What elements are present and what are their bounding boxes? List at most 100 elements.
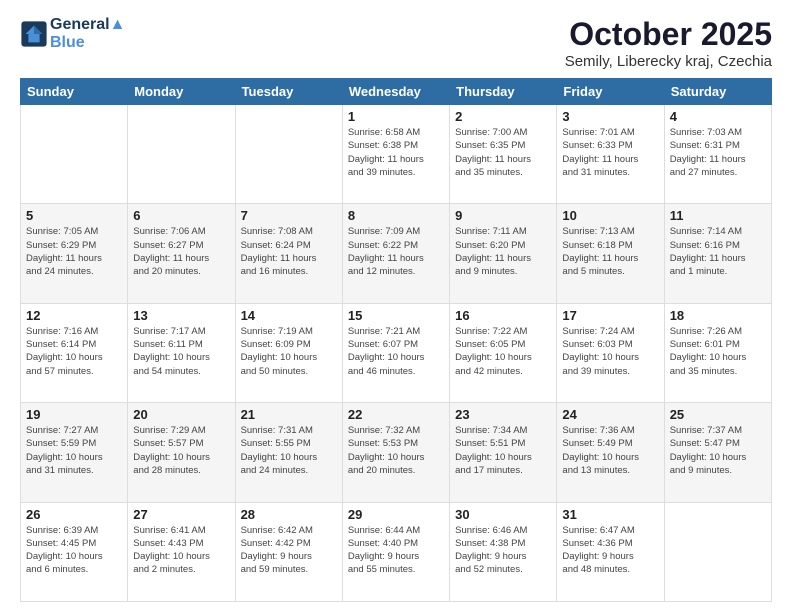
- table-row: 8Sunrise: 7:09 AM Sunset: 6:22 PM Daylig…: [342, 204, 449, 303]
- day-number: 7: [241, 208, 337, 223]
- day-number: 1: [348, 109, 444, 124]
- table-row: 19 Sunrise: 7:27 AM Sunset: 5:59 PM Dayli…: [21, 403, 128, 502]
- table-row: 28Sunrise: 6:42 AM Sunset: 4:42 PM Dayli…: [235, 502, 342, 601]
- logo-area: General▲ Blue: [20, 16, 125, 52]
- day-info: Sunrise: 7:16 AM Sunset: 6:14 PM Dayligh…: [26, 325, 122, 378]
- day-info: Sunrise: 7:31 AM Sunset: 5:55 PM Dayligh…: [241, 424, 337, 477]
- calendar-week-row: 12 Sunrise: 7:16 AM Sunset: 6:14 PM Dayli…: [21, 303, 772, 402]
- day-number: 18: [670, 308, 766, 323]
- main-title: October 2025: [565, 16, 772, 53]
- table-row: 13Sunrise: 7:17 AM Sunset: 6:11 PM Dayli…: [128, 303, 235, 402]
- header: General▲ Blue October 2025 Semily, Liber…: [20, 16, 772, 70]
- calendar-week-row: 19 Sunrise: 7:27 AM Sunset: 5:59 PM Dayli…: [21, 403, 772, 502]
- table-row: 29 Sunrise: 6:44 AM Sunset: 4:40 PM Dayli…: [342, 502, 449, 601]
- day-number: 13: [133, 308, 229, 323]
- day-info: Sunrise: 7:34 AM Sunset: 5:51 PM Dayligh…: [455, 424, 551, 477]
- day-info: Sunrise: 7:05 AM Sunset: 6:29 PM Dayligh…: [26, 225, 122, 278]
- table-row: 5 Sunrise: 7:05 AM Sunset: 6:29 PM Daylig…: [21, 204, 128, 303]
- day-number: 28: [241, 507, 337, 522]
- calendar-week-row: 1Sunrise: 6:58 AM Sunset: 6:38 PM Daylig…: [21, 105, 772, 204]
- table-row: [235, 105, 342, 204]
- table-row: 30 Sunrise: 6:46 AM Sunset: 4:38 PM Dayli…: [450, 502, 557, 601]
- calendar-week-row: 5 Sunrise: 7:05 AM Sunset: 6:29 PM Daylig…: [21, 204, 772, 303]
- table-row: 25 Sunrise: 7:37 AM Sunset: 5:47 PM Dayli…: [664, 403, 771, 502]
- table-row: [664, 502, 771, 601]
- table-row: 9 Sunrise: 7:11 AM Sunset: 6:20 PM Daylig…: [450, 204, 557, 303]
- day-number: 20: [133, 407, 229, 422]
- day-number: 4: [670, 109, 766, 124]
- day-number: 30: [455, 507, 551, 522]
- table-row: 10 Sunrise: 7:13 AM Sunset: 6:18 PM Dayli…: [557, 204, 664, 303]
- day-number: 5: [26, 208, 122, 223]
- day-number: 17: [562, 308, 658, 323]
- table-row: 21 Sunrise: 7:31 AM Sunset: 5:55 PM Dayli…: [235, 403, 342, 502]
- table-row: [128, 105, 235, 204]
- day-info: Sunrise: 6:41 AM Sunset: 4:43 PM Dayligh…: [133, 524, 229, 577]
- col-friday: Friday: [557, 79, 664, 105]
- day-info: Sunrise: 7:09 AM Sunset: 6:22 PM Dayligh…: [348, 225, 444, 278]
- table-row: 31 Sunrise: 6:47 AM Sunset: 4:36 PM Dayli…: [557, 502, 664, 601]
- day-number: 3: [562, 109, 658, 124]
- col-wednesday: Wednesday: [342, 79, 449, 105]
- day-info: Sunrise: 7:03 AM Sunset: 6:31 PM Dayligh…: [670, 126, 766, 179]
- day-info: Sunrise: 6:47 AM Sunset: 4:36 PM Dayligh…: [562, 524, 658, 577]
- logo-icon: [20, 20, 48, 48]
- day-info: Sunrise: 7:36 AM Sunset: 5:49 PM Dayligh…: [562, 424, 658, 477]
- day-number: 16: [455, 308, 551, 323]
- day-info: Sunrise: 7:27 AM Sunset: 5:59 PM Dayligh…: [26, 424, 122, 477]
- col-thursday: Thursday: [450, 79, 557, 105]
- col-tuesday: Tuesday: [235, 79, 342, 105]
- calendar-table: Sunday Monday Tuesday Wednesday Thursday…: [20, 78, 772, 602]
- day-info: Sunrise: 7:37 AM Sunset: 5:47 PM Dayligh…: [670, 424, 766, 477]
- day-info: Sunrise: 7:32 AM Sunset: 5:53 PM Dayligh…: [348, 424, 444, 477]
- day-number: 15: [348, 308, 444, 323]
- col-saturday: Saturday: [664, 79, 771, 105]
- day-info: Sunrise: 7:00 AM Sunset: 6:35 PM Dayligh…: [455, 126, 551, 179]
- table-row: 17Sunrise: 7:24 AM Sunset: 6:03 PM Dayli…: [557, 303, 664, 402]
- day-info: Sunrise: 7:11 AM Sunset: 6:20 PM Dayligh…: [455, 225, 551, 278]
- title-area: October 2025 Semily, Liberecky kraj, Cze…: [565, 16, 772, 70]
- day-number: 25: [670, 407, 766, 422]
- day-number: 27: [133, 507, 229, 522]
- table-row: 14 Sunrise: 7:19 AM Sunset: 6:09 PM Dayli…: [235, 303, 342, 402]
- day-number: 29: [348, 507, 444, 522]
- calendar-week-row: 26Sunrise: 6:39 AM Sunset: 4:45 PM Dayli…: [21, 502, 772, 601]
- table-row: 6 Sunrise: 7:06 AM Sunset: 6:27 PM Daylig…: [128, 204, 235, 303]
- table-row: 26Sunrise: 6:39 AM Sunset: 4:45 PM Dayli…: [21, 502, 128, 601]
- day-number: 2: [455, 109, 551, 124]
- day-number: 10: [562, 208, 658, 223]
- day-info: Sunrise: 7:26 AM Sunset: 6:01 PM Dayligh…: [670, 325, 766, 378]
- day-number: 26: [26, 507, 122, 522]
- day-number: 9: [455, 208, 551, 223]
- day-info: Sunrise: 7:01 AM Sunset: 6:33 PM Dayligh…: [562, 126, 658, 179]
- day-number: 31: [562, 507, 658, 522]
- table-row: 24 Sunrise: 7:36 AM Sunset: 5:49 PM Dayli…: [557, 403, 664, 502]
- day-info: Sunrise: 7:06 AM Sunset: 6:27 PM Dayligh…: [133, 225, 229, 278]
- day-info: Sunrise: 6:44 AM Sunset: 4:40 PM Dayligh…: [348, 524, 444, 577]
- col-monday: Monday: [128, 79, 235, 105]
- table-row: 7Sunrise: 7:08 AM Sunset: 6:24 PM Daylig…: [235, 204, 342, 303]
- day-info: Sunrise: 7:21 AM Sunset: 6:07 PM Dayligh…: [348, 325, 444, 378]
- day-info: Sunrise: 7:22 AM Sunset: 6:05 PM Dayligh…: [455, 325, 551, 378]
- day-number: 19: [26, 407, 122, 422]
- day-info: Sunrise: 7:13 AM Sunset: 6:18 PM Dayligh…: [562, 225, 658, 278]
- table-row: 15 Sunrise: 7:21 AM Sunset: 6:07 PM Dayli…: [342, 303, 449, 402]
- day-number: 12: [26, 308, 122, 323]
- table-row: 23 Sunrise: 7:34 AM Sunset: 5:51 PM Dayli…: [450, 403, 557, 502]
- day-number: 24: [562, 407, 658, 422]
- subtitle: Semily, Liberecky kraj, Czechia: [565, 53, 772, 70]
- day-info: Sunrise: 7:19 AM Sunset: 6:09 PM Dayligh…: [241, 325, 337, 378]
- day-number: 22: [348, 407, 444, 422]
- table-row: 12 Sunrise: 7:16 AM Sunset: 6:14 PM Dayli…: [21, 303, 128, 402]
- page: General▲ Blue October 2025 Semily, Liber…: [0, 0, 792, 612]
- table-row: 1Sunrise: 6:58 AM Sunset: 6:38 PM Daylig…: [342, 105, 449, 204]
- day-number: 21: [241, 407, 337, 422]
- logo-text: General▲ Blue: [50, 16, 125, 52]
- day-number: 14: [241, 308, 337, 323]
- table-row: 2 Sunrise: 7:00 AM Sunset: 6:35 PM Daylig…: [450, 105, 557, 204]
- day-number: 23: [455, 407, 551, 422]
- day-info: Sunrise: 6:46 AM Sunset: 4:38 PM Dayligh…: [455, 524, 551, 577]
- table-row: 20Sunrise: 7:29 AM Sunset: 5:57 PM Dayli…: [128, 403, 235, 502]
- table-row: 16 Sunrise: 7:22 AM Sunset: 6:05 PM Dayli…: [450, 303, 557, 402]
- day-number: 6: [133, 208, 229, 223]
